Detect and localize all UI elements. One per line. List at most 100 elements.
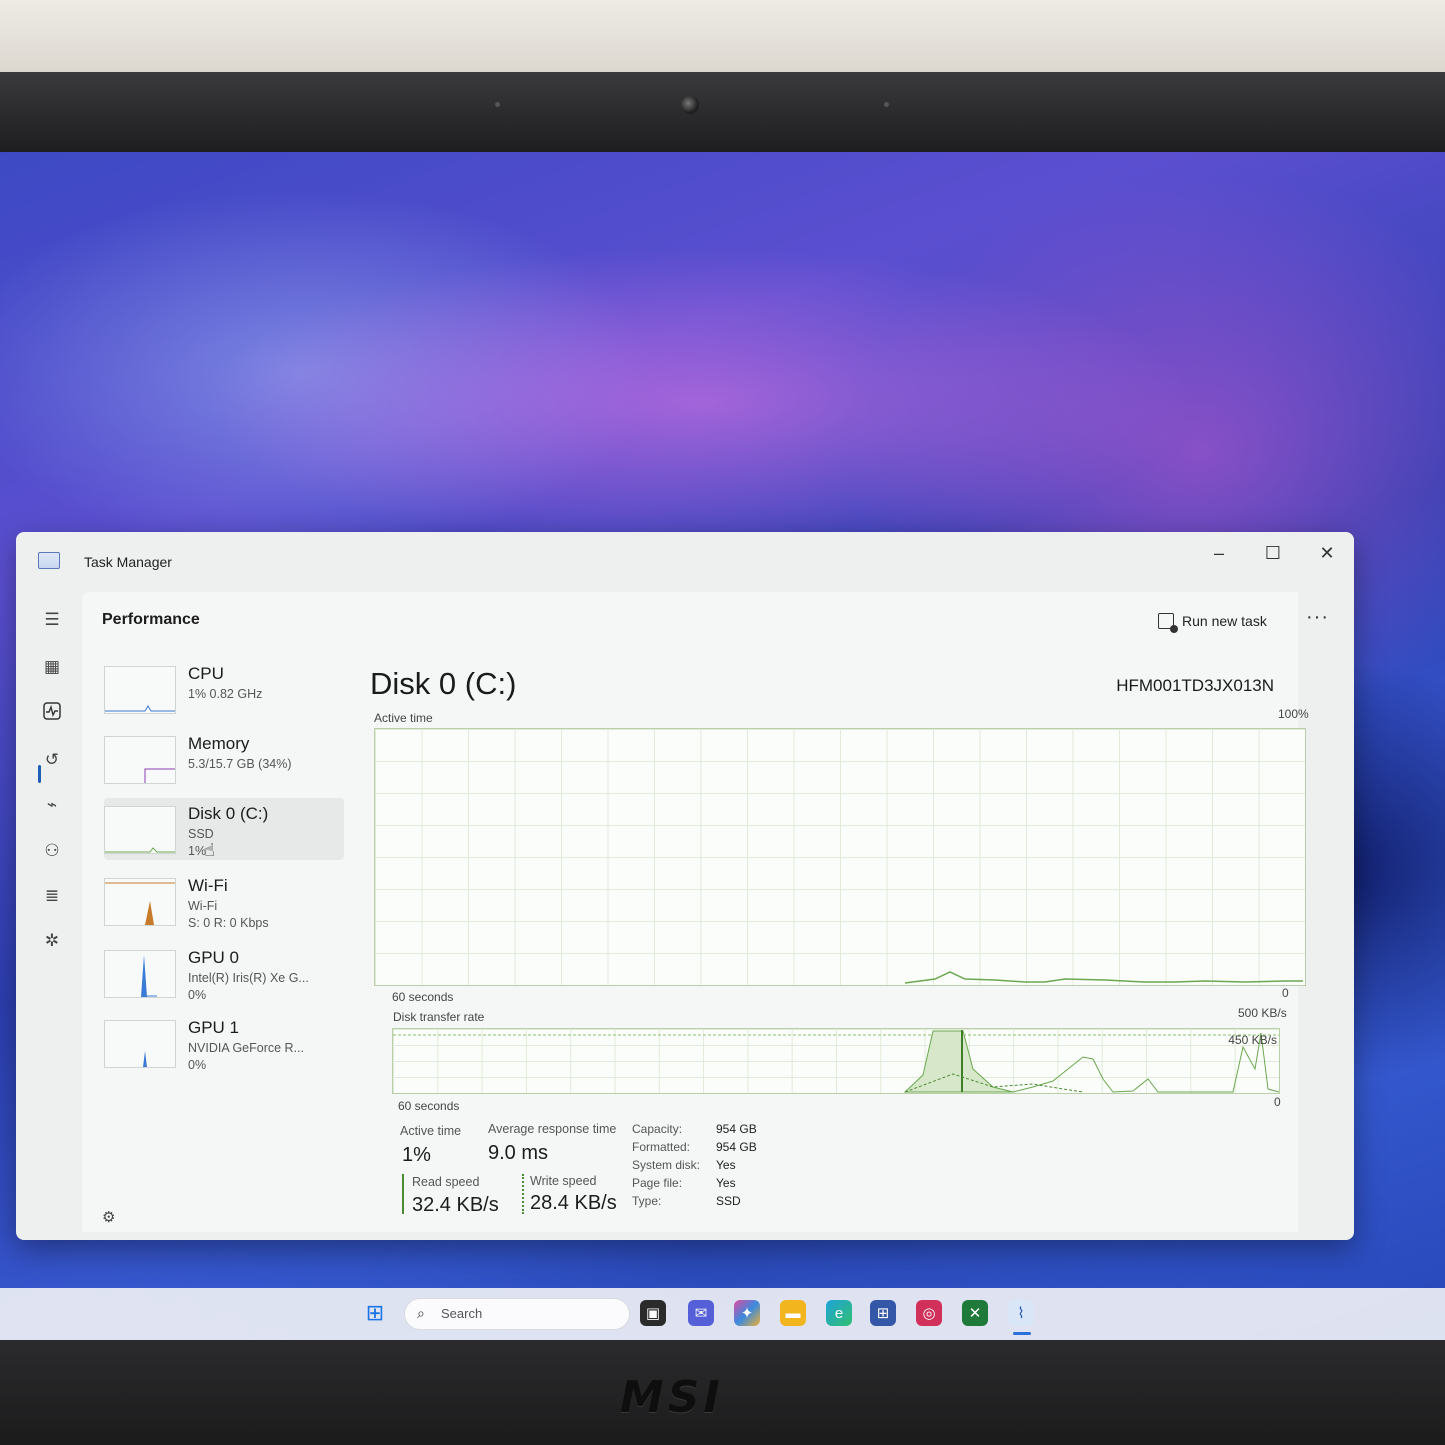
file-explorer-icon[interactable]: ▬: [780, 1300, 806, 1326]
settings-icon[interactable]: ⚙: [102, 1208, 115, 1226]
edge-browser-icon[interactable]: e: [826, 1300, 852, 1326]
transfer-rate-graph: 450 KB/s: [392, 1028, 1280, 1094]
device-name: CPU: [188, 664, 224, 683]
copilot-icon[interactable]: ✦: [734, 1300, 760, 1326]
device-name: Memory: [188, 734, 250, 753]
write-speed-indicator: [522, 1174, 524, 1214]
disk-title: Disk 0 (C:): [370, 666, 517, 701]
disk-model: HFM001TD3JX013N: [1116, 676, 1274, 695]
transfer-rate-graph-label: Disk transfer rate: [393, 1010, 485, 1024]
sensor-dot: [884, 102, 889, 107]
active-time-graph-duration: 60 seconds: [392, 990, 454, 1004]
xbox-icon[interactable]: ✕: [962, 1300, 988, 1326]
active-time-graph-label: Active time: [374, 711, 433, 725]
details-icon[interactable]: ≣: [40, 884, 64, 908]
task-manager-taskbar-icon[interactable]: ⌇: [1008, 1300, 1034, 1326]
device-cpu[interactable]: CPU 1% 0.82 GHz: [104, 658, 344, 720]
formatted-value: 954 GB: [716, 1140, 757, 1154]
more-options-button[interactable]: ···: [1306, 606, 1329, 629]
task-manager-app-icon: [38, 552, 60, 569]
microsoft-store-icon[interactable]: ⊞: [870, 1300, 896, 1326]
taskbar-search-box[interactable]: ⌕ Search: [404, 1298, 630, 1330]
device-name: Disk 0 (C:): [188, 804, 269, 823]
active-time-graph-min: 0: [1282, 986, 1289, 1000]
desktop: Task Manager – ☐ ✕ ☰ ▦ ↺ ⌁ ⚇ ≣ ✲ Perform…: [0, 152, 1445, 1340]
transfer-rate-graph-min: 0: [1274, 1095, 1281, 1109]
run-new-task-button[interactable]: Run new task: [1158, 609, 1267, 633]
read-speed-value: 32.4 KB/s: [412, 1194, 499, 1216]
type-value: SSD: [716, 1194, 741, 1208]
minimize-button[interactable]: –: [1196, 538, 1242, 568]
run-new-task-label: Run new task: [1182, 613, 1267, 629]
write-speed-value: 28.4 KB/s: [530, 1192, 617, 1214]
active-time-graph: [374, 728, 1306, 986]
device-disk0[interactable]: Disk 0 (C:) SSD 1% ☝: [104, 798, 344, 860]
transfer-rate-graph-mark: 450 KB/s: [1228, 1033, 1277, 1047]
disk-thumbnail-graph: [104, 806, 176, 854]
avg-response-stat-value: 9.0 ms: [488, 1142, 549, 1164]
cpu-thumbnail-graph: [104, 666, 176, 714]
transfer-rate-graph-max: 500 KB/s: [1238, 1006, 1287, 1020]
active-app-indicator: [1013, 1332, 1031, 1335]
device-detail: Wi-Fi S: 0 R: 0 Kbps: [188, 898, 269, 932]
title-bar[interactable]: Task Manager – ☐ ✕: [16, 532, 1354, 588]
startup-apps-icon[interactable]: ⌁: [40, 793, 64, 817]
capacity-value: 954 GB: [716, 1122, 757, 1136]
page-file-key: Page file:: [632, 1176, 683, 1190]
device-detail: 5.3/15.7 GB (34%): [188, 757, 292, 771]
device-name: GPU 1: [188, 1018, 240, 1037]
performance-page: Performance Run new task ··· CPU 1% 0.82…: [82, 592, 1328, 1232]
page-file-value: Yes: [716, 1176, 736, 1190]
formatted-key: Formatted:: [632, 1140, 691, 1154]
capacity-key: Capacity:: [632, 1122, 683, 1136]
gpu0-thumbnail-graph: [104, 950, 176, 998]
type-key: Type:: [632, 1194, 662, 1208]
page-title: Performance: [102, 611, 200, 628]
active-time-stat-value: 1%: [402, 1144, 431, 1166]
services-icon[interactable]: ✲: [40, 929, 64, 953]
write-speed-label: Write speed: [530, 1174, 597, 1188]
msi-logo: MSI: [620, 1372, 724, 1423]
active-time-stat-label: Active time: [400, 1124, 462, 1138]
system-disk-value: Yes: [716, 1158, 736, 1172]
task-view-icon[interactable]: ▣: [640, 1300, 666, 1326]
run-task-icon: [1158, 613, 1178, 633]
hamburger-icon[interactable]: ☰: [40, 608, 64, 632]
taskbar: ⊞ ⌕ Search ▣ ✉ ✦ ▬ e ⊞ ◎ ✕ ⌇: [0, 1288, 1445, 1340]
processes-icon[interactable]: ▦: [40, 655, 64, 679]
close-button[interactable]: ✕: [1304, 538, 1350, 568]
memory-thumbnail-graph: [104, 736, 176, 784]
gpu-usage: 0%: [188, 1058, 207, 1072]
gpu-usage: 0%: [188, 988, 207, 1002]
task-manager-window: Task Manager – ☐ ✕ ☰ ▦ ↺ ⌁ ⚇ ≣ ✲ Perform…: [16, 532, 1354, 1240]
device-name: GPU 0: [188, 948, 240, 967]
active-time-graph-max: 100%: [1278, 707, 1309, 721]
gpu1-thumbnail-graph: [104, 1020, 176, 1068]
users-icon[interactable]: ⚇: [40, 839, 64, 863]
app-icon[interactable]: ◎: [916, 1300, 942, 1326]
device-detail: Intel(R) Iris(R) Xe G... 0%: [188, 970, 309, 1004]
device-gpu0[interactable]: GPU 0 Intel(R) Iris(R) Xe G... 0%: [104, 942, 344, 1004]
device-gpu1[interactable]: GPU 1 NVIDIA GeForce R... 0%: [104, 1012, 344, 1074]
device-detail: 1% 0.82 GHz: [188, 687, 263, 701]
read-rate-area: [903, 1030, 1014, 1093]
start-windows-icon[interactable]: ⊞: [362, 1300, 388, 1326]
transfer-rate-graph-duration: 60 seconds: [398, 1099, 460, 1113]
avg-response-stat-label: Average response time: [488, 1122, 617, 1136]
wifi-thumbnail-graph: [104, 878, 176, 926]
app-history-icon[interactable]: ↺: [40, 748, 64, 772]
active-time-line: [904, 971, 1303, 984]
device-memory[interactable]: Memory 5.3/15.7 GB (34%): [104, 728, 344, 790]
read-speed-indicator: [402, 1174, 404, 1214]
system-disk-key: System disk:: [632, 1158, 701, 1172]
device-wifi[interactable]: Wi-Fi Wi-Fi S: 0 R: 0 Kbps: [104, 870, 344, 932]
wall-background: [0, 0, 1445, 72]
performance-icon[interactable]: [40, 702, 64, 726]
navigation-rail: ☰ ▦ ↺ ⌁ ⚇ ≣ ✲: [30, 592, 80, 1232]
sensor-dot: [495, 102, 500, 107]
gpu-model: NVIDIA GeForce R...: [188, 1041, 305, 1055]
wifi-throughput: S: 0 R: 0 Kbps: [188, 916, 269, 930]
teams-chat-icon[interactable]: ✉: [688, 1300, 714, 1326]
webcam: [681, 96, 699, 114]
maximize-button[interactable]: ☐: [1250, 538, 1296, 568]
